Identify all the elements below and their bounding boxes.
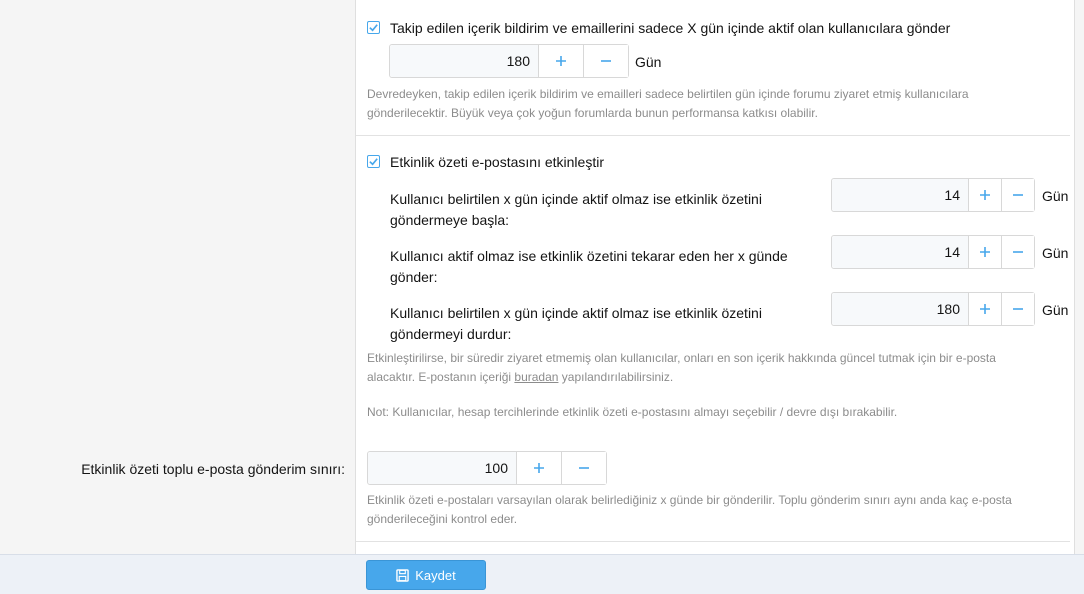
hint-line: gönderilecektir. Büyük veya çok yoğun fo…: [367, 106, 818, 120]
summary-start-unit: Gün: [1042, 188, 1069, 204]
activity-summary-label: Etkinlik özeti e-postasını etkinleştir: [390, 154, 604, 170]
hint-line: Etkinleştirilirse, bir süredir ziyaret e…: [367, 351, 996, 365]
summary-start-increment-button[interactable]: [968, 179, 1001, 211]
summary-repeat-label: Kullanıcı aktif olmaz ise etkinlik özeti…: [390, 246, 788, 288]
minus-icon: [579, 467, 589, 469]
bulk-limit-decrement-button[interactable]: [561, 452, 606, 484]
summary-stop-stepper[interactable]: 180: [831, 292, 1035, 326]
save-button-label: Kaydet: [415, 567, 456, 583]
section-divider: [356, 135, 1070, 136]
summary-start-decrement-button[interactable]: [1001, 179, 1034, 211]
plus-icon: [556, 56, 566, 66]
summary-stop-unit: Gün: [1042, 302, 1069, 318]
summary-repeat-decrement-button[interactable]: [1001, 236, 1034, 268]
minus-icon: [1013, 194, 1023, 196]
summary-repeat-unit: Gün: [1042, 245, 1069, 261]
minus-icon: [1013, 308, 1023, 310]
bulk-limit-value[interactable]: 100: [368, 452, 516, 484]
summary-stop-increment-button[interactable]: [968, 293, 1001, 325]
minus-icon: [1013, 251, 1023, 253]
label-line: Kullanıcı aktif olmaz ise etkinlik özeti…: [390, 248, 788, 264]
summary-start-stepper[interactable]: 14: [831, 178, 1035, 212]
summary-repeat-stepper[interactable]: 14: [831, 235, 1035, 269]
configure-link[interactable]: buradan: [514, 370, 558, 384]
label-line: Kullanıcı belirtilen x gün içinde aktif …: [390, 191, 762, 207]
activity-summary-hint: Etkinleştirilirse, bir süredir ziyaret e…: [367, 349, 996, 387]
label-line: gönder:: [390, 269, 438, 285]
active-users-only-checkbox[interactable]: [367, 21, 380, 34]
label-line: göndermeyi durdur:: [390, 326, 512, 342]
bulk-limit-label: Etkinlik özeti toplu e-posta gönderim sı…: [81, 461, 345, 477]
section-divider: [356, 541, 1070, 542]
hint-line: alacaktır. E-postanın içeriği buradan ya…: [367, 368, 996, 387]
active-days-increment-button[interactable]: [538, 45, 583, 77]
summary-start-value[interactable]: 14: [832, 179, 968, 211]
label-line: göndermeye başla:: [390, 212, 510, 228]
check-icon: [369, 24, 378, 32]
summary-stop-label: Kullanıcı belirtilen x gün içinde aktif …: [390, 303, 762, 345]
label-line: Kullanıcı belirtilen x gün içinde aktif …: [390, 305, 762, 321]
summary-stop-decrement-button[interactable]: [1001, 293, 1034, 325]
hint-text: yapılandırılabilirsiniz.: [558, 370, 674, 384]
summary-repeat-increment-button[interactable]: [968, 236, 1001, 268]
hint-line: Etkinlik özeti e-postaları varsayılan ol…: [367, 493, 1012, 507]
plus-icon: [980, 304, 990, 314]
page-scroll-edge: [1074, 0, 1084, 554]
check-icon: [369, 158, 378, 166]
active-days-decrement-button[interactable]: [583, 45, 628, 77]
save-icon: [396, 568, 410, 582]
plus-icon: [980, 247, 990, 257]
save-button[interactable]: Kaydet: [366, 560, 486, 590]
plus-icon: [534, 463, 544, 473]
bulk-limit-stepper[interactable]: 100: [367, 451, 607, 485]
summary-repeat-value[interactable]: 14: [832, 236, 968, 268]
form-footer: [0, 554, 1084, 594]
summary-stop-value[interactable]: 180: [832, 293, 968, 325]
plus-icon: [980, 190, 990, 200]
minus-icon: [601, 60, 611, 62]
hint-text: alacaktır. E-postanın içeriği: [367, 370, 515, 384]
active-days-stepper[interactable]: 180: [389, 44, 629, 78]
active-days-value[interactable]: 180: [390, 45, 538, 77]
active-days-unit: Gün: [635, 54, 662, 70]
hint-line: gönderileceğini kontrol eder.: [367, 512, 518, 526]
summary-start-label: Kullanıcı belirtilen x gün içinde aktif …: [390, 189, 762, 231]
activity-summary-note: Not: Kullanıcılar, hesap tercihlerinde e…: [367, 405, 898, 419]
bulk-limit-increment-button[interactable]: [516, 452, 561, 484]
active-users-only-label: Takip edilen içerik bildirim ve emailler…: [390, 20, 951, 36]
hint-line: Devredeyken, takip edilen içerik bildiri…: [367, 87, 969, 101]
activity-summary-checkbox[interactable]: [367, 155, 380, 168]
bulk-limit-hint: Etkinlik özeti e-postaları varsayılan ol…: [367, 491, 1012, 529]
active-users-hint: Devredeyken, takip edilen içerik bildiri…: [367, 85, 969, 123]
